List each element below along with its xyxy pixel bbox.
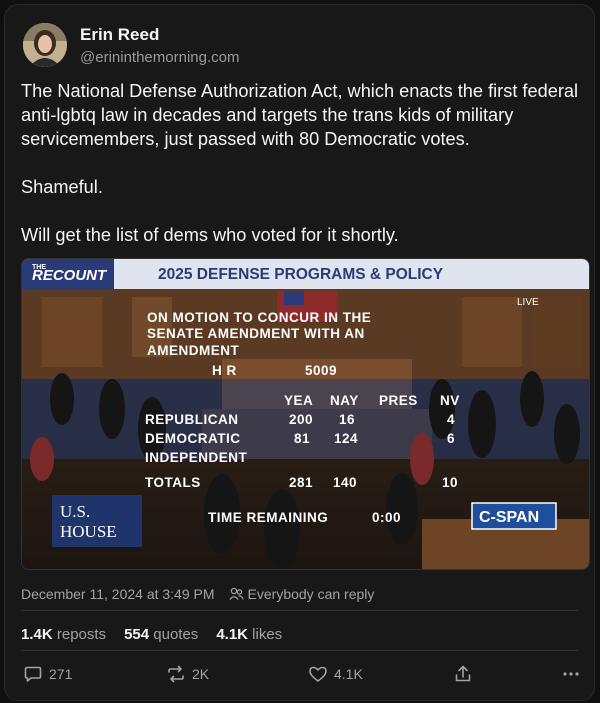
share-icon [455,665,471,682]
more-options-button[interactable] [561,664,581,684]
house-logo-line-2: HOUSE [60,522,117,541]
reply-button[interactable]: 271 [23,664,72,684]
reposts-stat[interactable]: 1.4K reposts [21,626,106,643]
reply-icon [24,666,42,682]
post-media-image[interactable]: THE RECOUNT 2025 DEFENSE PROGRAMS & POLI… [21,258,590,570]
repost-button[interactable]: 2K [166,664,209,684]
avatar[interactable] [23,23,67,67]
dem-nay: 124 [334,431,358,446]
rep-yea: 200 [289,412,313,427]
post-meta: December 11, 2024 at 3:49 PM Everybody c… [21,586,374,602]
quotes-stat[interactable]: 554 quotes [124,626,198,643]
row-totals: TOTALS [145,475,201,490]
share-button[interactable] [453,664,473,684]
motion-line-3: AMENDMENT [147,343,239,358]
post-paragraph-3: Will get the list of dems who voted for … [21,225,399,245]
cspan-logo: C-SPAN [479,509,539,526]
post-card: Erin Reed @erininthemorning.com The Nati… [4,4,595,701]
row-democratic: DEMOCRATIC [145,431,241,446]
col-yea: YEA [284,393,313,408]
repost-icon [168,665,184,683]
likes-stat[interactable]: 4.1K likes [216,626,282,643]
people-icon [228,587,244,600]
post-paragraph-2: Shameful. [21,177,103,197]
post-timestamp[interactable]: December 11, 2024 at 3:49 PM [21,586,215,602]
recount-logo: RECOUNT [32,267,108,284]
live-badge: LIVE [517,297,539,308]
like-button[interactable]: 4.1K [308,664,363,684]
rep-nay: 16 [339,412,355,427]
bill-label: H R [212,363,237,378]
like-count: 4.1K [334,666,363,682]
more-icon [563,672,579,676]
house-logo-line-1: U.S. [60,502,90,521]
dem-nv: 6 [447,431,455,446]
row-independent: INDEPENDENT [145,450,248,465]
row-republican: REPUBLICAN [145,412,239,427]
action-bar: 271 2K 4.1K [21,664,579,694]
heart-icon [309,666,327,682]
tot-nv: 10 [442,475,458,490]
divider [21,650,578,651]
engagement-stats: 1.4K reposts 554 quotes 4.1K likes [21,626,282,643]
post-paragraph-1: The National Defense Authorization Act, … [21,81,579,149]
col-nv: NV [440,393,460,408]
author-handle[interactable]: @erininthemorning.com [80,49,239,66]
motion-line-1: ON MOTION TO CONCUR IN THE [147,310,371,325]
time-remaining-label: TIME REMAINING [208,510,328,525]
time-remaining-value: 0:00 [372,510,401,525]
reply-setting: Everybody can reply [247,586,375,602]
bill-number: 5009 [305,363,337,378]
author-name[interactable]: Erin Reed [80,25,159,45]
post-text: The National Defense Authorization Act, … [21,79,581,247]
rep-nv: 4 [447,412,455,427]
reply-count: 271 [49,666,73,682]
divider [21,610,578,611]
col-nay: NAY [330,393,359,408]
tot-nay: 140 [333,475,357,490]
media-headline: 2025 DEFENSE PROGRAMS & POLICY [158,266,444,283]
motion-line-2: SENATE AMENDMENT WITH AN [147,326,365,341]
dem-yea: 81 [294,431,310,446]
tot-yea: 281 [289,475,313,490]
avatar-image [23,23,67,67]
col-pres: PRES [379,393,418,408]
repost-count: 2K [192,666,210,682]
